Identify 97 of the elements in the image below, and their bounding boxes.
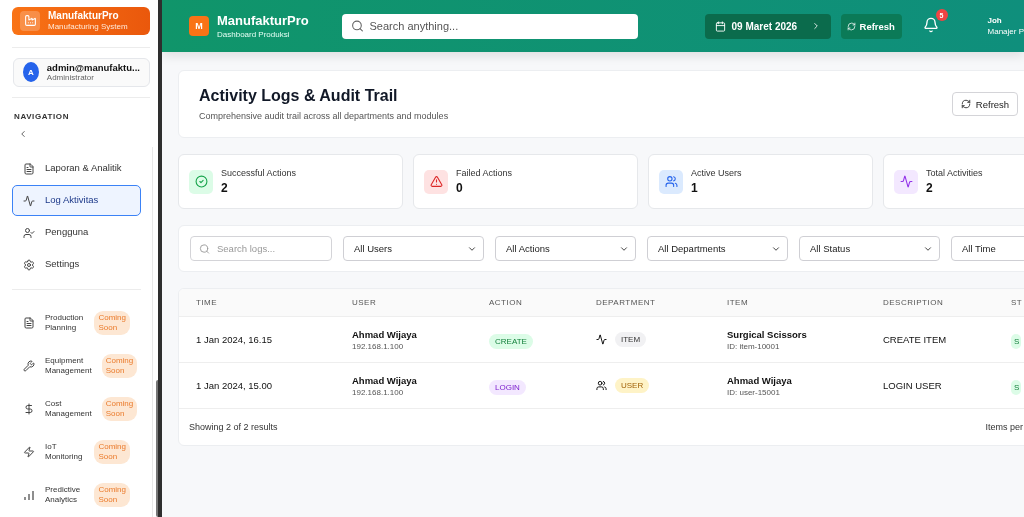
refresh-button[interactable]: Refresh <box>952 92 1018 116</box>
table-cell-text: 1 Jan 2024, 15.00 <box>196 380 274 391</box>
refresh-icon <box>960 99 971 109</box>
status-tag: S <box>1011 334 1022 349</box>
coming-soon-badge: Coming Soon <box>94 482 130 508</box>
date-button[interactable]: 09 Maret 2026 <box>704 13 831 39</box>
user-card[interactable]: A admin@manufaktu... Administrator <box>13 57 150 88</box>
stat-value: 2 <box>926 181 934 195</box>
brand-subtitle: Manufacturing System <box>48 22 128 32</box>
stat-value: 1 <box>691 181 699 195</box>
nav-item[interactable]: Production Planning Coming Soon <box>12 302 141 344</box>
app-title: ManufakturPro <box>217 13 310 28</box>
status-tag: S <box>1011 380 1022 395</box>
nav-item[interactable]: IoT Monitoring Coming Soon <box>12 431 141 473</box>
column-header: ITEM <box>727 298 750 307</box>
filter-dropdown[interactable]: All Users <box>343 236 484 261</box>
action-tag: LOGIN <box>489 380 526 395</box>
factory-icon <box>23 14 37 28</box>
nav-item[interactable]: Cost Management Coming Soon <box>12 388 141 430</box>
nav-item[interactable]: Predictive Analytics Coming Soon <box>12 474 141 516</box>
coming-soon-badge: Coming Soon <box>94 310 130 336</box>
department-tag: USER <box>615 378 650 393</box>
section-title: NAVIGATION <box>14 112 71 121</box>
refresh-button[interactable]: Refresh <box>840 13 902 39</box>
filter-dropdown[interactable]: All Status <box>799 236 940 261</box>
nav-icon <box>23 258 35 271</box>
calendar-icon <box>714 20 726 32</box>
notification-button[interactable] <box>922 17 941 35</box>
user-role: Manajer P <box>987 26 1024 38</box>
nav-icon <box>23 162 35 175</box>
nav-icon <box>23 403 35 415</box>
nav-icon <box>23 317 35 329</box>
logo: M <box>189 16 209 36</box>
app-subtitle: Dashboard Produksi <box>217 30 291 39</box>
bell-icon <box>922 17 939 33</box>
search-icon <box>350 19 364 33</box>
search-field[interactable]: Search logs... <box>190 236 332 261</box>
nav-icon <box>23 226 35 239</box>
filter-dropdown[interactable]: All Actions <box>495 236 636 261</box>
column-header: ACTION <box>489 298 524 307</box>
user-name: Ahmad Wijaya <box>352 374 418 386</box>
refresh-icon <box>846 21 856 31</box>
table-cell-text: 1 Jan 2024, 16.15 <box>196 334 274 345</box>
column-header: USER <box>352 298 378 307</box>
page-subtitle: Comprehensive audit trail across all departments and modules <box>199 111 449 121</box>
department-icon <box>596 334 607 345</box>
stat-label: Successful Actions <box>221 168 297 178</box>
action-tag: CREATE <box>489 334 533 349</box>
stat-icon <box>659 169 683 194</box>
user-role: Administrator <box>46 73 95 83</box>
nav-item[interactable]: Log Aktivitas <box>12 185 141 216</box>
filter-dropdown[interactable]: All Time <box>951 236 1024 261</box>
coming-soon-badge: Coming Soon <box>101 353 138 379</box>
stat-label: Failed Actions <box>456 168 513 178</box>
nav-icon <box>23 360 35 372</box>
table-cell-text: LOGIN USER <box>883 380 943 391</box>
brand-title: ManufakturPro <box>48 10 120 22</box>
search-icon <box>199 243 210 254</box>
department-tag: ITEM <box>615 332 647 347</box>
stat-icon <box>189 169 213 194</box>
stat-label: Total Activities <box>926 168 983 178</box>
department-icon <box>596 380 607 391</box>
coming-soon-badge: Coming Soon <box>94 439 130 465</box>
column-header: ST <box>1011 298 1024 307</box>
nav-icon <box>23 194 35 207</box>
ip-address: 192.168.1.100 <box>352 387 405 397</box>
table-cell-text: CREATE ITEM <box>883 334 948 345</box>
search-field[interactable]: Search anything... <box>341 13 638 39</box>
stat-icon <box>894 169 918 194</box>
item-name: Ahmad Wijaya <box>727 374 793 386</box>
item-id: ID: user-15001 <box>727 387 781 397</box>
column-header: TIME <box>196 298 219 307</box>
page-title: Activity Logs & Audit Trail <box>199 87 399 105</box>
user-name: Joh <box>987 14 1003 26</box>
bar-chart-icon <box>23 489 35 501</box>
coming-soon-badge: Coming Soon <box>101 396 138 422</box>
nav-item[interactable]: Laporan & Analitik <box>12 153 141 184</box>
item-name: Surgical Scissors <box>727 328 808 340</box>
user-email: admin@manufaktu... <box>46 62 140 74</box>
stat-label: Active Users <box>691 168 742 178</box>
filter-dropdown[interactable]: All Departments <box>647 236 788 261</box>
collapse-button[interactable] <box>18 129 28 139</box>
results-count: Showing 2 of 2 results <box>189 422 278 432</box>
column-header: DESCRIPTION <box>883 298 945 307</box>
ip-address: 192.168.1.100 <box>352 341 405 351</box>
nav-icon <box>23 446 35 458</box>
stat-icon <box>424 169 448 194</box>
nav-item[interactable]: Equipment Management Coming Soon <box>12 345 141 387</box>
nav-item[interactable]: Pengguna <box>12 217 141 248</box>
nav-item[interactable]: Settings <box>12 249 141 280</box>
stat-value: 0 <box>456 181 464 195</box>
column-header: DEPARTMENT <box>596 298 657 307</box>
items-per-page-label: Items per <box>985 422 1023 432</box>
user-name: Ahmad Wijaya <box>352 328 418 340</box>
stat-value: 2 <box>221 181 229 195</box>
avatar: A <box>23 62 39 83</box>
item-id: ID: item-10001 <box>727 341 781 351</box>
